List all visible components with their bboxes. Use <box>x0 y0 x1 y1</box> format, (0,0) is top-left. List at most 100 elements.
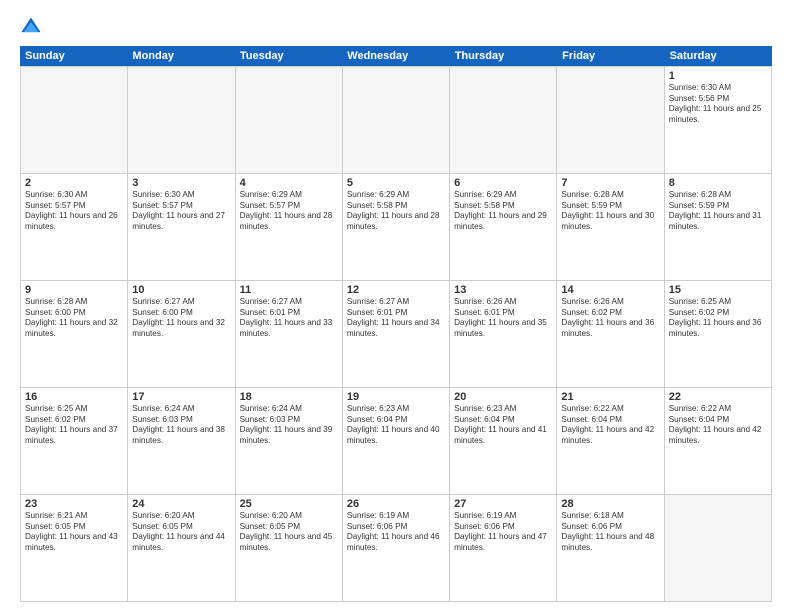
header-day-wednesday: Wednesday <box>342 46 449 66</box>
day-number: 7 <box>561 177 659 189</box>
day-number: 22 <box>669 391 767 403</box>
day-info: Sunrise: 6:27 AM Sunset: 6:01 PM Dayligh… <box>240 297 338 340</box>
day-info: Sunrise: 6:27 AM Sunset: 6:01 PM Dayligh… <box>347 297 445 340</box>
day-number: 17 <box>132 391 230 403</box>
calendar-body: 1Sunrise: 6:30 AM Sunset: 5:56 PM Daylig… <box>20 66 772 602</box>
calendar-header: SundayMondayTuesdayWednesdayThursdayFrid… <box>20 46 772 66</box>
calendar-cell: 26Sunrise: 6:19 AM Sunset: 6:06 PM Dayli… <box>343 495 450 601</box>
calendar-cell: 8Sunrise: 6:28 AM Sunset: 5:59 PM Daylig… <box>665 174 772 280</box>
calendar-cell: 2Sunrise: 6:30 AM Sunset: 5:57 PM Daylig… <box>21 174 128 280</box>
day-number: 12 <box>347 284 445 296</box>
page: SundayMondayTuesdayWednesdayThursdayFrid… <box>0 0 792 612</box>
day-info: Sunrise: 6:18 AM Sunset: 6:06 PM Dayligh… <box>561 511 659 554</box>
calendar: SundayMondayTuesdayWednesdayThursdayFrid… <box>20 46 772 602</box>
day-info: Sunrise: 6:28 AM Sunset: 5:59 PM Dayligh… <box>669 190 767 233</box>
day-number: 1 <box>669 70 767 82</box>
calendar-cell: 20Sunrise: 6:23 AM Sunset: 6:04 PM Dayli… <box>450 388 557 494</box>
day-number: 18 <box>240 391 338 403</box>
calendar-cell: 5Sunrise: 6:29 AM Sunset: 5:58 PM Daylig… <box>343 174 450 280</box>
calendar-cell <box>450 67 557 173</box>
calendar-cell: 3Sunrise: 6:30 AM Sunset: 5:57 PM Daylig… <box>128 174 235 280</box>
day-info: Sunrise: 6:19 AM Sunset: 6:06 PM Dayligh… <box>454 511 552 554</box>
day-info: Sunrise: 6:30 AM Sunset: 5:57 PM Dayligh… <box>132 190 230 233</box>
calendar-cell <box>665 495 772 601</box>
calendar-cell: 4Sunrise: 6:29 AM Sunset: 5:57 PM Daylig… <box>236 174 343 280</box>
day-info: Sunrise: 6:19 AM Sunset: 6:06 PM Dayligh… <box>347 511 445 554</box>
calendar-cell: 23Sunrise: 6:21 AM Sunset: 6:05 PM Dayli… <box>21 495 128 601</box>
day-number: 3 <box>132 177 230 189</box>
calendar-row-1: 2 Sunrise: 6:30 AM Sunset: 5:57 PM Daylig… <box>21 174 772 281</box>
calendar-cell <box>557 67 664 173</box>
day-info: Sunrise: 6:24 AM Sunset: 6:03 PM Dayligh… <box>132 404 230 447</box>
day-info: Sunrise: 6:30 AM Sunset: 5:56 PM Dayligh… <box>669 83 767 126</box>
day-number: 13 <box>454 284 552 296</box>
day-number: 14 <box>561 284 659 296</box>
calendar-row-0: 1Sunrise: 6:30 AM Sunset: 5:56 PM Daylig… <box>21 67 772 174</box>
day-info: Sunrise: 6:29 AM Sunset: 5:58 PM Dayligh… <box>454 190 552 233</box>
day-number: 5 <box>347 177 445 189</box>
calendar-cell: 24Sunrise: 6:20 AM Sunset: 6:05 PM Dayli… <box>128 495 235 601</box>
header-day-monday: Monday <box>127 46 234 66</box>
calendar-row-2: 9Sunrise: 6:28 AM Sunset: 6:00 PM Daylig… <box>21 281 772 388</box>
calendar-cell: 12Sunrise: 6:27 AM Sunset: 6:01 PM Dayli… <box>343 281 450 387</box>
header <box>20 16 772 38</box>
day-info: Sunrise: 6:29 AM Sunset: 5:58 PM Dayligh… <box>347 190 445 233</box>
calendar-cell: 11Sunrise: 6:27 AM Sunset: 6:01 PM Dayli… <box>236 281 343 387</box>
day-number: 6 <box>454 177 552 189</box>
calendar-cell: 1Sunrise: 6:30 AM Sunset: 5:56 PM Daylig… <box>665 67 772 173</box>
day-info: Sunrise: 6:23 AM Sunset: 6:04 PM Dayligh… <box>347 404 445 447</box>
calendar-cell: 9Sunrise: 6:28 AM Sunset: 6:00 PM Daylig… <box>21 281 128 387</box>
day-number: 23 <box>25 498 123 510</box>
calendar-cell <box>21 67 128 173</box>
day-number: 27 <box>454 498 552 510</box>
day-number: 25 <box>240 498 338 510</box>
calendar-cell: 7Sunrise: 6:28 AM Sunset: 5:59 PM Daylig… <box>557 174 664 280</box>
calendar-cell: 19Sunrise: 6:23 AM Sunset: 6:04 PM Dayli… <box>343 388 450 494</box>
day-info: Sunrise: 6:26 AM Sunset: 6:02 PM Dayligh… <box>561 297 659 340</box>
header-day-sunday: Sunday <box>20 46 127 66</box>
calendar-cell <box>236 67 343 173</box>
calendar-cell: 6Sunrise: 6:29 AM Sunset: 5:58 PM Daylig… <box>450 174 557 280</box>
calendar-cell: 28Sunrise: 6:18 AM Sunset: 6:06 PM Dayli… <box>557 495 664 601</box>
calendar-cell: 14Sunrise: 6:26 AM Sunset: 6:02 PM Dayli… <box>557 281 664 387</box>
day-number: 24 <box>132 498 230 510</box>
calendar-cell: 13Sunrise: 6:26 AM Sunset: 6:01 PM Dayli… <box>450 281 557 387</box>
day-number: 21 <box>561 391 659 403</box>
logo <box>20 16 44 38</box>
calendar-cell: 17Sunrise: 6:24 AM Sunset: 6:03 PM Dayli… <box>128 388 235 494</box>
calendar-cell: 21Sunrise: 6:22 AM Sunset: 6:04 PM Dayli… <box>557 388 664 494</box>
day-number: 19 <box>347 391 445 403</box>
day-info: Sunrise: 6:28 AM Sunset: 6:00 PM Dayligh… <box>25 297 123 340</box>
day-number: 16 <box>25 391 123 403</box>
day-info: Sunrise: 6:25 AM Sunset: 6:02 PM Dayligh… <box>25 404 123 447</box>
calendar-cell: 18Sunrise: 6:24 AM Sunset: 6:03 PM Dayli… <box>236 388 343 494</box>
day-info: Sunrise: 6:24 AM Sunset: 6:03 PM Dayligh… <box>240 404 338 447</box>
calendar-cell: 27Sunrise: 6:19 AM Sunset: 6:06 PM Dayli… <box>450 495 557 601</box>
day-info: Sunrise: 6:23 AM Sunset: 6:04 PM Dayligh… <box>454 404 552 447</box>
day-number: 8 <box>669 177 767 189</box>
calendar-cell: 25Sunrise: 6:20 AM Sunset: 6:05 PM Dayli… <box>236 495 343 601</box>
day-info: Sunrise: 6:21 AM Sunset: 6:05 PM Dayligh… <box>25 511 123 554</box>
day-number: 28 <box>561 498 659 510</box>
day-info: Sunrise: 6:26 AM Sunset: 6:01 PM Dayligh… <box>454 297 552 340</box>
day-info: Sunrise: 6:28 AM Sunset: 5:59 PM Dayligh… <box>561 190 659 233</box>
calendar-cell <box>343 67 450 173</box>
day-number: 20 <box>454 391 552 403</box>
calendar-cell: 16Sunrise: 6:25 AM Sunset: 6:02 PM Dayli… <box>21 388 128 494</box>
day-info: Sunrise: 6:20 AM Sunset: 6:05 PM Dayligh… <box>240 511 338 554</box>
day-number: 4 <box>240 177 338 189</box>
day-info: Sunrise: 6:22 AM Sunset: 6:04 PM Dayligh… <box>561 404 659 447</box>
day-info: Sunrise: 6:27 AM Sunset: 6:00 PM Dayligh… <box>132 297 230 340</box>
header-day-thursday: Thursday <box>450 46 557 66</box>
calendar-row-3: 16Sunrise: 6:25 AM Sunset: 6:02 PM Dayli… <box>21 388 772 495</box>
calendar-row-4: 23Sunrise: 6:21 AM Sunset: 6:05 PM Dayli… <box>21 495 772 602</box>
day-number: 2 <box>25 177 123 189</box>
day-info: Sunrise: 6:25 AM Sunset: 6:02 PM Dayligh… <box>669 297 767 340</box>
day-number: 11 <box>240 284 338 296</box>
day-info: Sunrise: 6:20 AM Sunset: 6:05 PM Dayligh… <box>132 511 230 554</box>
day-number: 15 <box>669 284 767 296</box>
logo-icon <box>20 16 42 38</box>
header-day-tuesday: Tuesday <box>235 46 342 66</box>
day-info: Sunrise: 6:22 AM Sunset: 6:04 PM Dayligh… <box>669 404 767 447</box>
calendar-cell: 15Sunrise: 6:25 AM Sunset: 6:02 PM Dayli… <box>665 281 772 387</box>
